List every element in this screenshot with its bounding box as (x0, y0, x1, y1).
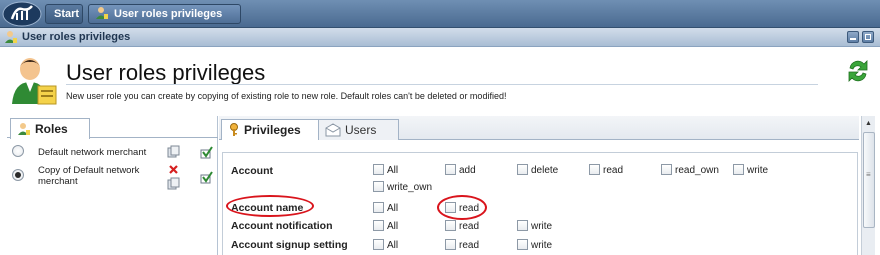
privilege-checkbox[interactable]: write (517, 220, 552, 232)
privilege-label: All (387, 240, 399, 251)
copy-icon[interactable] (167, 145, 180, 161)
checkbox[interactable] (445, 220, 456, 231)
privilege-label: read_own (675, 165, 719, 176)
tab-users[interactable]: Users (319, 119, 399, 140)
privilege-checkbox[interactable]: read (445, 220, 479, 232)
privilege-label: write (747, 165, 769, 176)
checkbox[interactable] (517, 220, 528, 231)
tab-roles-label: Roles (35, 122, 68, 136)
taskbar-tab-label: User roles privileges (114, 8, 223, 20)
privilege-label: add (459, 165, 476, 176)
delete-icon[interactable] (167, 164, 180, 178)
privilege-checkbox[interactable]: All (373, 220, 398, 232)
checkbox[interactable] (589, 164, 600, 175)
checkbox[interactable] (661, 164, 672, 175)
checkbox[interactable] (445, 239, 456, 250)
checkbox[interactable] (445, 164, 456, 175)
privilege-label: All (387, 203, 399, 214)
copy-icon[interactable] (167, 177, 180, 193)
role-label: Copy of Default network merchant (38, 165, 140, 187)
taskbar: Start User roles privileges× (0, 0, 880, 42)
privilege-label: write_own (387, 182, 433, 193)
window-title: User roles privileges (22, 31, 131, 43)
tab-users-label: Users (345, 123, 377, 137)
privilege-label: write (531, 221, 553, 232)
taskbar-tab-user-roles[interactable]: User roles privileges× (88, 4, 241, 42)
tab-privileges-label: Privileges (244, 123, 301, 137)
key-icon (230, 123, 238, 136)
checkbox[interactable] (373, 164, 384, 175)
privilege-checkbox[interactable]: write_own (373, 181, 432, 193)
maximize-button[interactable] (862, 31, 874, 43)
start-button[interactable]: Start (45, 4, 83, 24)
privilege-checkbox[interactable]: read_own (661, 164, 719, 176)
privilege-checkbox[interactable]: read (589, 164, 623, 176)
checkbox[interactable] (373, 239, 384, 250)
page-subtitle: New user role you can create by copying … (66, 91, 507, 101)
window-title-bar: User roles privileges (0, 28, 880, 47)
privilege-label: All (387, 165, 399, 176)
account-name-cell: Account (231, 165, 273, 177)
privileges-check-icon[interactable] (200, 146, 213, 162)
tab-privileges[interactable]: Privileges (221, 119, 319, 140)
privilege-label: read (459, 221, 480, 232)
minimize-button[interactable] (847, 31, 859, 43)
checkbox[interactable] (373, 181, 384, 192)
privileges-tabbar: Privileges Users (219, 116, 859, 140)
role-radio[interactable] (12, 145, 24, 157)
privilege-checkbox[interactable]: write (733, 164, 768, 176)
privilege-checkbox[interactable]: delete (517, 164, 558, 176)
app-logo-icon[interactable] (2, 1, 42, 27)
roles-tabbar: Roles (7, 116, 218, 139)
user-roles-icon (4, 30, 18, 47)
privilege-checkbox[interactable]: All (373, 202, 398, 214)
roles-panel: Roles Default network merchant Copy of D… (0, 116, 218, 255)
user-roles-icon (17, 122, 31, 139)
privileges-panel: Privileges Users Account All add delete … (219, 116, 861, 255)
checkbox[interactable] (517, 239, 528, 250)
header-divider (66, 84, 818, 85)
users-icon (325, 123, 341, 137)
role-radio[interactable] (12, 169, 24, 181)
refresh-icon[interactable] (846, 58, 870, 87)
vertical-scrollbar[interactable]: ▲ (861, 116, 875, 255)
highlight-ellipse-read (437, 195, 487, 220)
privilege-checkbox[interactable]: All (373, 164, 398, 176)
privilege-checkbox[interactable]: All (373, 239, 398, 251)
account-name-cell: Account signup setting (231, 239, 348, 251)
privilege-label: delete (531, 165, 559, 176)
page-title: User roles privileges (66, 60, 266, 85)
privilege-label: read (459, 240, 480, 251)
user-roles-icon (95, 6, 109, 27)
user-roles-large-icon (12, 56, 58, 109)
checkbox[interactable] (517, 164, 528, 175)
privilege-checkbox[interactable]: write (517, 239, 552, 251)
privileges-check-icon[interactable] (200, 171, 213, 187)
scroll-thumb[interactable] (863, 132, 875, 228)
tab-roles[interactable]: Roles (10, 118, 90, 139)
privilege-checkbox[interactable]: read (445, 239, 479, 251)
scroll-up-button[interactable]: ▲ (862, 118, 875, 130)
checkbox[interactable] (733, 164, 744, 175)
checkbox[interactable] (373, 220, 384, 231)
privilege-label: All (387, 221, 399, 232)
privilege-label: read (603, 165, 624, 176)
highlight-ellipse-account-name (226, 195, 314, 217)
account-name-cell: Account notification (231, 220, 333, 232)
role-label: Default network merchant (38, 147, 147, 158)
checkbox[interactable] (373, 202, 384, 213)
privilege-checkbox[interactable]: add (445, 164, 476, 176)
privileges-table: Account All add delete read read_own wri… (222, 152, 858, 255)
privilege-label: write (531, 240, 553, 251)
